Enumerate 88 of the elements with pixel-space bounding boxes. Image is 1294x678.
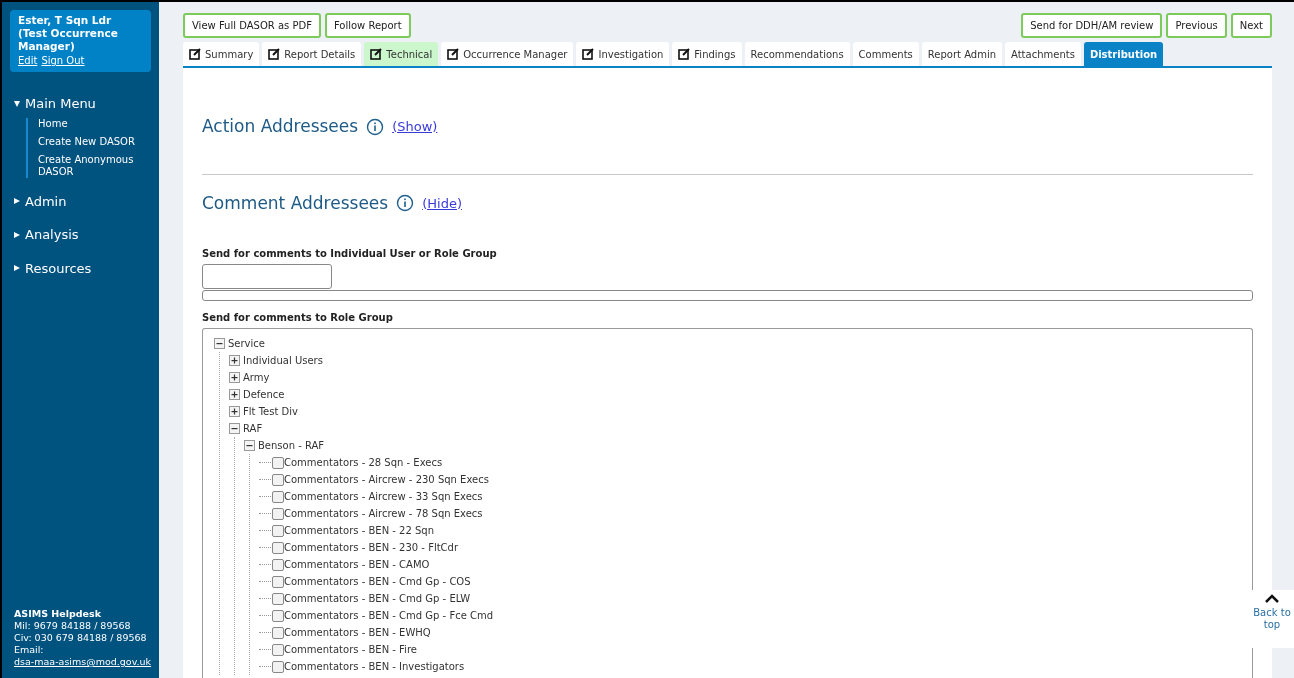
tree-item-label[interactable]: Army [243,370,270,385]
checkbox[interactable] [272,507,284,520]
info-icon[interactable] [366,117,385,136]
checkbox[interactable] [272,558,284,571]
tab[interactable]: Technical [364,42,439,66]
section-title: Comment Addressees [202,191,389,215]
checkbox[interactable] [272,592,284,605]
user-name: Ester, T Sqn Ldr (Test Occurrence Manager) [18,14,119,53]
helpdesk-phone: Mil: 9679 84188 / 89568 [14,620,132,632]
toolbar-button[interactable]: View Full DASOR as PDF [183,13,321,38]
checkbox[interactable] [272,473,284,486]
expand-icon[interactable] [229,406,240,417]
back-to-top-button[interactable]: Back to top [1250,590,1294,648]
field-label: Send for comments to Role Group [202,311,394,325]
tab[interactable]: Investigation [576,42,670,66]
tab[interactable]: Occurrence Manager [441,42,574,66]
tree-item-label[interactable]: Commentators - BEN - 22 Sqn [284,523,434,538]
checkbox[interactable] [272,660,284,673]
user-link[interactable]: Edit [18,53,38,68]
expand-icon[interactable] [229,389,240,400]
menu-link[interactable]: Create New DASOR [38,135,144,148]
menu-link[interactable]: Home [38,117,144,130]
edit-icon [447,48,460,60]
tab[interactable]: Report Admin [921,42,1003,66]
tab[interactable]: Findings [672,42,742,66]
tree-item-label[interactable]: Individual Users [243,353,323,368]
menu-heading[interactable]: Resources [2,258,159,278]
checkbox[interactable] [272,643,284,656]
tree-item-label[interactable]: Defence [243,387,285,402]
edit-icon [189,48,201,60]
menu-heading[interactable]: Main Menu [2,94,159,114]
tree-item-label[interactable]: Commentators - BEN - Cmd Gp - COS [284,574,471,589]
tree-item-label[interactable]: Service [228,336,265,351]
user-link[interactable]: Sign Out [41,53,85,68]
checkbox[interactable] [272,490,284,503]
info-icon[interactable] [396,194,415,213]
email-label: Email: [14,644,45,656]
menu-heading[interactable]: Admin [2,191,159,211]
tree-item-label[interactable]: Commentators - Aircrew - 78 Sqn Execs [284,506,483,521]
tab[interactable]: Comments [852,42,919,66]
checkbox[interactable] [272,575,284,588]
tab[interactable]: Report Details [262,42,362,66]
tree-item-label[interactable]: Commentators - Aircrew - 33 Sqn Execs [284,489,483,504]
menu-link[interactable]: Create Anonymous DASOR [38,153,144,178]
input-field[interactable] [202,264,332,289]
tab[interactable]: Distribution [1083,42,1164,66]
tree-item-label[interactable]: Commentators - BEN - Cmd Gp - Fce Cmd [284,608,494,623]
edit-icon [678,48,691,60]
helpdesk-title: ASIMS Helpdesk [14,608,102,620]
tree-item-label[interactable]: RAF [243,421,263,436]
tab[interactable]: Recommendations [744,42,850,66]
helpdesk-phone: Civ: 030 679 84188 / 89568 [14,632,147,644]
section-toggle-link[interactable]: (Hide) [422,193,462,213]
tree-item-label[interactable]: Flt Test Div [243,404,298,419]
checkbox[interactable] [272,626,284,639]
tree-item-label[interactable]: Benson - RAF [258,438,325,453]
section-toggle-link[interactable]: (Show) [392,117,438,137]
checkbox[interactable] [272,456,284,469]
edit-icon [582,48,595,60]
tree-item-label[interactable]: Commentators - BEN - Fire [284,642,417,657]
edit-icon [268,48,281,60]
tab[interactable]: Attachments [1005,42,1081,66]
collapse-icon[interactable] [214,338,225,349]
toolbar-button[interactable]: Previous [1166,13,1227,38]
tree-item-label[interactable]: Commentators - 28 Sqn - Execs [284,455,443,470]
edit-icon [370,48,383,60]
checkbox[interactable] [272,524,284,537]
checkbox[interactable] [272,541,284,554]
email-link[interactable]: dsa-maa-asims@mod.gov.uk [14,656,152,668]
toolbar-button[interactable]: Follow Report [324,13,411,38]
section-title: Action Addressees [202,115,359,138]
tree-item-label[interactable]: Commentators - BEN - Investigators [284,659,465,674]
field-label: Send for comments to Individual User or Role Group [202,247,498,261]
tree-item-label[interactable]: Commentators - BEN - Cmd Gp - ELW [284,591,471,606]
collapse-icon[interactable] [229,423,240,434]
collapse-icon[interactable] [244,440,255,451]
tree-item-label[interactable]: Commentators - BEN - CAMO [284,557,430,572]
menu-heading[interactable]: Analysis [2,225,159,245]
tab[interactable]: Summary [183,42,260,66]
tree-item-label[interactable]: Commentators - BEN - 230 - FltCdr [284,540,459,555]
expand-icon[interactable] [229,355,240,366]
toolbar-button[interactable]: Send for DDH/AM review [1021,13,1163,38]
checkbox[interactable] [272,609,284,622]
toolbar-button[interactable]: Next [1230,13,1272,38]
expand-icon[interactable] [229,372,240,383]
tree-item-label[interactable]: Commentators - BEN - EWHQ [284,625,431,640]
chevron-up-icon [1264,594,1280,604]
tree-item-label[interactable]: Commentators - Aircrew - 230 Sqn Execs [284,472,489,487]
